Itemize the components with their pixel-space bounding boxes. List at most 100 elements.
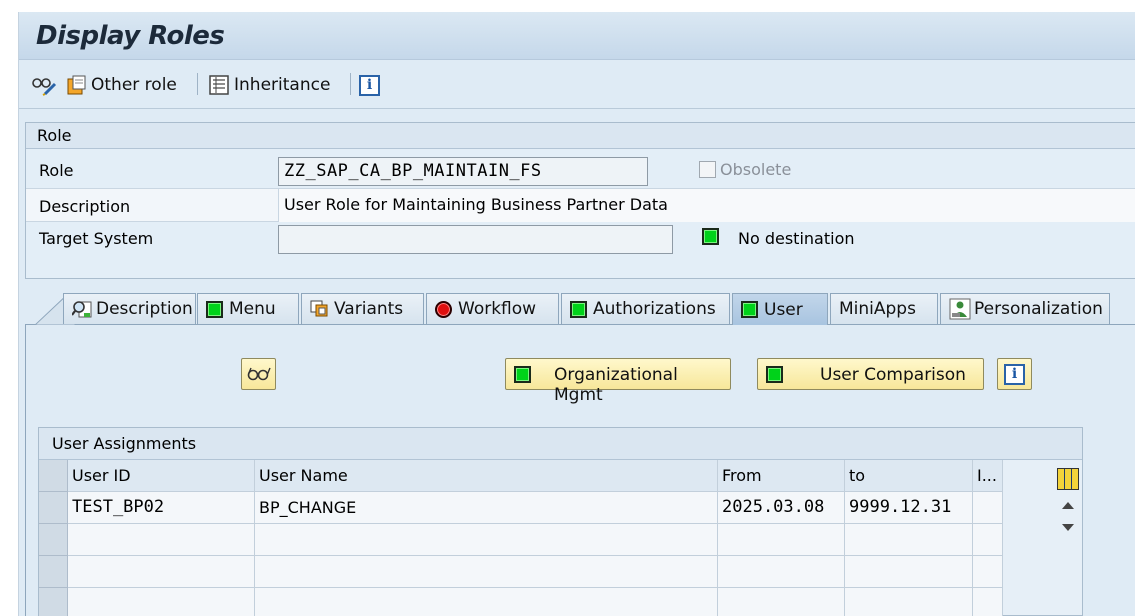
display-button[interactable]	[241, 358, 276, 390]
other-object-icon	[67, 75, 86, 95]
other-role-button[interactable]: Other role	[65, 73, 177, 97]
cell-user-name[interactable]	[255, 556, 718, 588]
user-assignments-header: User Assignments	[39, 428, 1082, 460]
column-settings-icon[interactable]	[1057, 468, 1079, 490]
status-green-icon	[766, 366, 783, 383]
info-button[interactable]: i	[359, 73, 380, 97]
cell-to[interactable]	[845, 556, 973, 588]
obsolete-checkbox[interactable]: Obsolete	[699, 160, 791, 179]
scroll-down-icon[interactable]	[1062, 524, 1074, 531]
page-title: Display Roles	[36, 21, 225, 51]
cell-from[interactable]	[718, 524, 845, 556]
tab-label: User	[764, 299, 803, 320]
row-selector[interactable]	[39, 524, 68, 556]
target-system-label: Target System	[39, 229, 154, 248]
application-toolbar: Other role Inheritance i	[19, 61, 1135, 109]
tab-label: Personalization	[974, 299, 1103, 319]
row-selector[interactable]	[39, 556, 68, 588]
inheritance-button[interactable]: Inheritance	[208, 73, 330, 97]
glasses-icon	[247, 367, 271, 381]
list-document-icon	[209, 75, 229, 95]
cell-user-id[interactable]	[68, 524, 255, 556]
toolbar-separator	[350, 73, 351, 95]
cell-indicator[interactable]	[973, 492, 1003, 524]
tab-workflow[interactable]: Workflow	[426, 293, 559, 324]
scroll-up-icon[interactable]	[1062, 502, 1074, 509]
table-row	[39, 588, 1005, 616]
role-row: Role ZZ_SAP_CA_BP_MAINTAIN_FS Obsolete	[26, 153, 1135, 187]
info-icon: i	[359, 74, 380, 96]
inheritance-label: Inheritance	[234, 75, 331, 95]
select-all-cell[interactable]	[39, 460, 68, 492]
cell-user-name[interactable]: BP_CHANGE	[255, 492, 718, 524]
column-header-user-id[interactable]: User ID	[68, 460, 255, 492]
row-selector[interactable]	[39, 492, 68, 524]
status-red-icon	[435, 300, 452, 318]
status-green-icon	[570, 300, 587, 318]
table-row	[39, 556, 1005, 588]
tab-strip: Description Menu Variants Workflow Autho…	[25, 293, 1135, 325]
info-icon: i	[1004, 363, 1025, 385]
cell-user-name[interactable]	[255, 588, 718, 616]
tab-variants[interactable]: Variants	[301, 293, 424, 324]
tab-label: Variants	[334, 299, 404, 319]
cell-to[interactable]: 9999.12.31	[845, 492, 973, 524]
role-field[interactable]: ZZ_SAP_CA_BP_MAINTAIN_FS	[278, 157, 648, 186]
status-green-icon	[206, 300, 223, 318]
description-row: Description User Role for Maintaining Bu…	[26, 188, 1135, 222]
destination-status-icon	[702, 228, 719, 245]
glasses-pencil-icon	[32, 78, 57, 96]
display-change-button[interactable]	[31, 73, 57, 97]
tab-personalization[interactable]: Personalization	[940, 293, 1110, 324]
cell-to[interactable]	[845, 588, 973, 616]
role-group: Role Role ZZ_SAP_CA_BP_MAINTAIN_FS Obsol…	[25, 122, 1135, 279]
cell-user-name[interactable]	[255, 524, 718, 556]
cell-indicator[interactable]	[973, 524, 1003, 556]
table-vertical-scrollbar[interactable]	[1055, 468, 1081, 616]
obsolete-label: Obsolete	[720, 160, 792, 179]
toolbar-separator	[197, 73, 198, 95]
tab-description[interactable]: Description	[63, 293, 196, 324]
target-system-field[interactable]	[278, 225, 673, 254]
user-comparison-button[interactable]: User Comparison	[757, 358, 984, 390]
cell-from[interactable]	[718, 588, 845, 616]
cell-from[interactable]	[718, 556, 845, 588]
status-green-icon	[514, 366, 531, 383]
cell-indicator[interactable]	[973, 588, 1003, 616]
table-header-row: User ID User Name From to I...	[39, 460, 1005, 492]
tab-label: Description	[96, 299, 193, 319]
magnifier-document-icon	[72, 301, 92, 318]
column-header-to[interactable]: to	[845, 460, 973, 492]
description-field[interactable]: User Role for Maintaining Business Partn…	[278, 189, 1135, 222]
role-group-header: Role	[26, 123, 1135, 149]
table-row	[39, 524, 1005, 556]
checkbox-box	[699, 161, 716, 178]
organizational-mgmt-button[interactable]: Organizational Mgmt	[505, 358, 731, 405]
variants-icon	[310, 300, 328, 317]
cell-user-id[interactable]: TEST_BP02	[68, 492, 255, 524]
cell-user-id[interactable]	[68, 588, 255, 616]
tab-label: Workflow	[458, 299, 537, 319]
other-role-label: Other role	[91, 75, 177, 95]
cell-from[interactable]: 2025.03.08	[718, 492, 845, 524]
role-label: Role	[39, 161, 74, 180]
destination-status-text: No destination	[738, 229, 855, 248]
user-tab-panel: Organizational Mgmt User Comparison i Us…	[25, 325, 1135, 616]
tab-label: Menu	[229, 299, 276, 319]
column-header-from[interactable]: From	[718, 460, 845, 492]
tab-authorizations[interactable]: Authorizations	[561, 293, 730, 324]
table-row: TEST_BP02 BP_CHANGE 2025.03.08 9999.12.3…	[39, 492, 1005, 524]
cell-indicator[interactable]	[973, 556, 1003, 588]
column-header-indicator[interactable]: I...	[973, 460, 1003, 492]
cell-user-id[interactable]	[68, 556, 255, 588]
tab-user[interactable]: User	[732, 293, 828, 325]
column-header-user-name[interactable]: User Name	[255, 460, 718, 492]
cell-to[interactable]	[845, 524, 973, 556]
target-system-row: Target System No destination	[26, 221, 1135, 255]
org-mgmt-label: Organizational Mgmt	[554, 365, 678, 405]
title-bar: Display Roles	[19, 12, 1135, 60]
tab-miniapps[interactable]: MiniApps	[830, 293, 938, 324]
row-selector[interactable]	[39, 588, 68, 616]
info-button[interactable]: i	[997, 358, 1032, 390]
tab-menu[interactable]: Menu	[197, 293, 299, 324]
